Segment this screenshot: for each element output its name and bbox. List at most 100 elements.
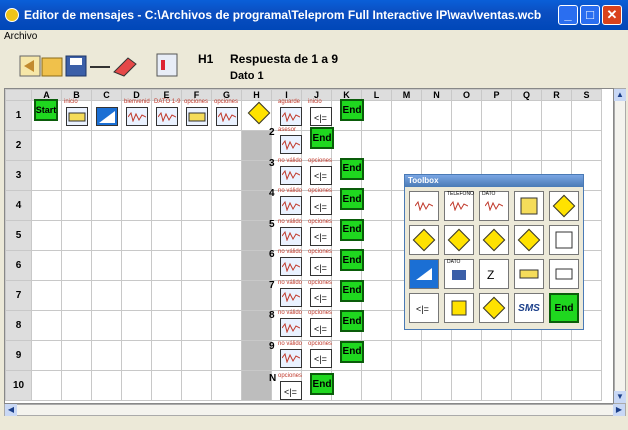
grid-cell[interactable] [121,340,152,371]
grid-cell[interactable] [241,190,272,221]
grid-cell[interactable] [121,370,152,401]
grid-cell[interactable] [151,220,182,251]
grid-cell[interactable] [31,340,62,371]
audio-block-dato[interactable]: DATO 1-9 [153,99,181,129]
grid-cell[interactable] [181,220,212,251]
tool-goto-2[interactable]: <|= [409,293,439,323]
audio-block-no-valido[interactable]: no válido [277,280,305,310]
close-button[interactable]: ✕ [602,5,622,25]
goto-block-opciones[interactable]: opciones <|= [307,280,335,310]
grid-cell[interactable] [151,250,182,281]
grid-cell[interactable] [511,130,542,161]
end-block[interactable]: End [310,373,334,395]
grid-cell[interactable] [181,370,212,401]
grid-cell[interactable] [31,280,62,311]
grid-cell[interactable] [541,340,572,371]
scroll-down-icon[interactable]: ▼ [614,391,626,403]
scroll-right-icon[interactable]: ▶ [613,404,625,416]
grid-cell[interactable] [421,370,452,401]
audio-block-asesor[interactable]: asesor [277,127,305,157]
grid-cell[interactable] [361,100,392,131]
grid-cell[interactable] [151,190,182,221]
grid-cell[interactable] [151,280,182,311]
grid-cell[interactable] [121,250,152,281]
grid-cell[interactable] [211,250,242,281]
grid-cell[interactable] [211,370,242,401]
grid-cell[interactable] [61,340,92,371]
grid-cell[interactable] [241,220,272,251]
label-block-opciones[interactable]: opciones [183,99,211,129]
grid-cell[interactable] [391,100,422,131]
grid-cell[interactable] [61,220,92,251]
grid-cell[interactable] [31,220,62,251]
grid-cell[interactable] [241,280,272,311]
tool-time[interactable] [479,225,509,255]
toolbox-title[interactable]: Toolbox [405,175,583,187]
end-block[interactable]: End [340,279,364,302]
grid-cell[interactable] [361,130,392,161]
grid-cell[interactable] [241,340,272,371]
horizontal-scrollbar[interactable]: ◀ ▶ [4,404,626,416]
end-block[interactable]: End [310,127,334,149]
grid-cell[interactable] [421,130,452,161]
goto-block-opciones[interactable]: opciones <|= [307,219,335,249]
goto-block-opciones[interactable]: opciones <|= [277,373,305,403]
grid-cell[interactable] [151,130,182,161]
tool-question[interactable] [444,293,474,323]
tool-decision-05[interactable] [409,225,439,255]
tool-telefono[interactable]: TELEFONO [444,191,474,221]
audio-block-no-valido[interactable]: no válido [277,249,305,279]
end-block[interactable]: End [340,188,364,210]
grid-cell[interactable] [451,100,482,131]
audio-block-no-valido[interactable]: no válido [277,158,305,188]
goto-block-opciones[interactable]: opciones <|= [307,310,335,340]
grid-cell[interactable] [481,370,512,401]
grid-cell[interactable] [121,190,152,221]
goto-block-opciones[interactable]: opciones <|= [307,341,335,371]
audio-block-bienvenida[interactable]: bienvenid [123,99,151,129]
start-block[interactable]: Start [34,99,58,121]
goto-block-opciones[interactable]: opciones <|= [307,249,335,279]
tool-sleep[interactable]: Z [479,259,509,289]
audio-block-aguarde[interactable]: aguarde [277,99,305,129]
grid-cell[interactable] [31,160,62,191]
grid-cell[interactable] [91,340,122,371]
eraser-icon[interactable] [110,50,138,80]
grid-cell[interactable] [391,130,422,161]
grid-cell[interactable] [241,370,272,401]
tool-dato[interactable]: DATO [479,191,509,221]
grid-cell[interactable] [361,370,392,401]
grid-cell[interactable] [61,190,92,221]
grid-cell[interactable] [361,340,392,371]
tool-dato-2[interactable]: DATO [444,259,474,289]
grid-cell[interactable] [571,130,602,161]
end-block[interactable]: End [340,340,364,363]
grid-cell[interactable] [361,250,392,281]
audio-block-no-valido[interactable]: no válido [277,188,305,218]
grid-cell[interactable] [541,100,572,131]
grid-cell[interactable] [181,310,212,341]
grid-cell[interactable] [181,340,212,371]
audio-block-no-valido[interactable]: no válido [277,219,305,249]
grid-cell[interactable] [421,100,452,131]
grid-cell[interactable] [181,190,212,221]
goto-block-opciones[interactable]: opciones <|= [307,158,335,188]
goto-block-opciones[interactable]: opciones <|= [307,188,335,218]
tool-tag-decision[interactable] [479,293,509,323]
grid-cell[interactable] [181,130,212,161]
grid-cell[interactable] [31,370,62,401]
tool-goto[interactable] [549,259,579,289]
grid-cell[interactable] [31,310,62,341]
end-block[interactable]: End [340,249,364,271]
grid-cell[interactable] [361,280,392,311]
decision-block[interactable] [247,101,273,127]
end-block[interactable]: End [340,157,364,180]
tool-decision-19[interactable] [444,225,474,255]
minimize-button[interactable]: _ [558,5,578,25]
grid-cell[interactable] [211,280,242,311]
grid-cell[interactable] [481,100,512,131]
grid-cell[interactable] [121,280,152,311]
scroll-up-icon[interactable]: ▲ [614,89,626,101]
grid-cell[interactable] [61,310,92,341]
new-icon[interactable] [18,50,42,80]
